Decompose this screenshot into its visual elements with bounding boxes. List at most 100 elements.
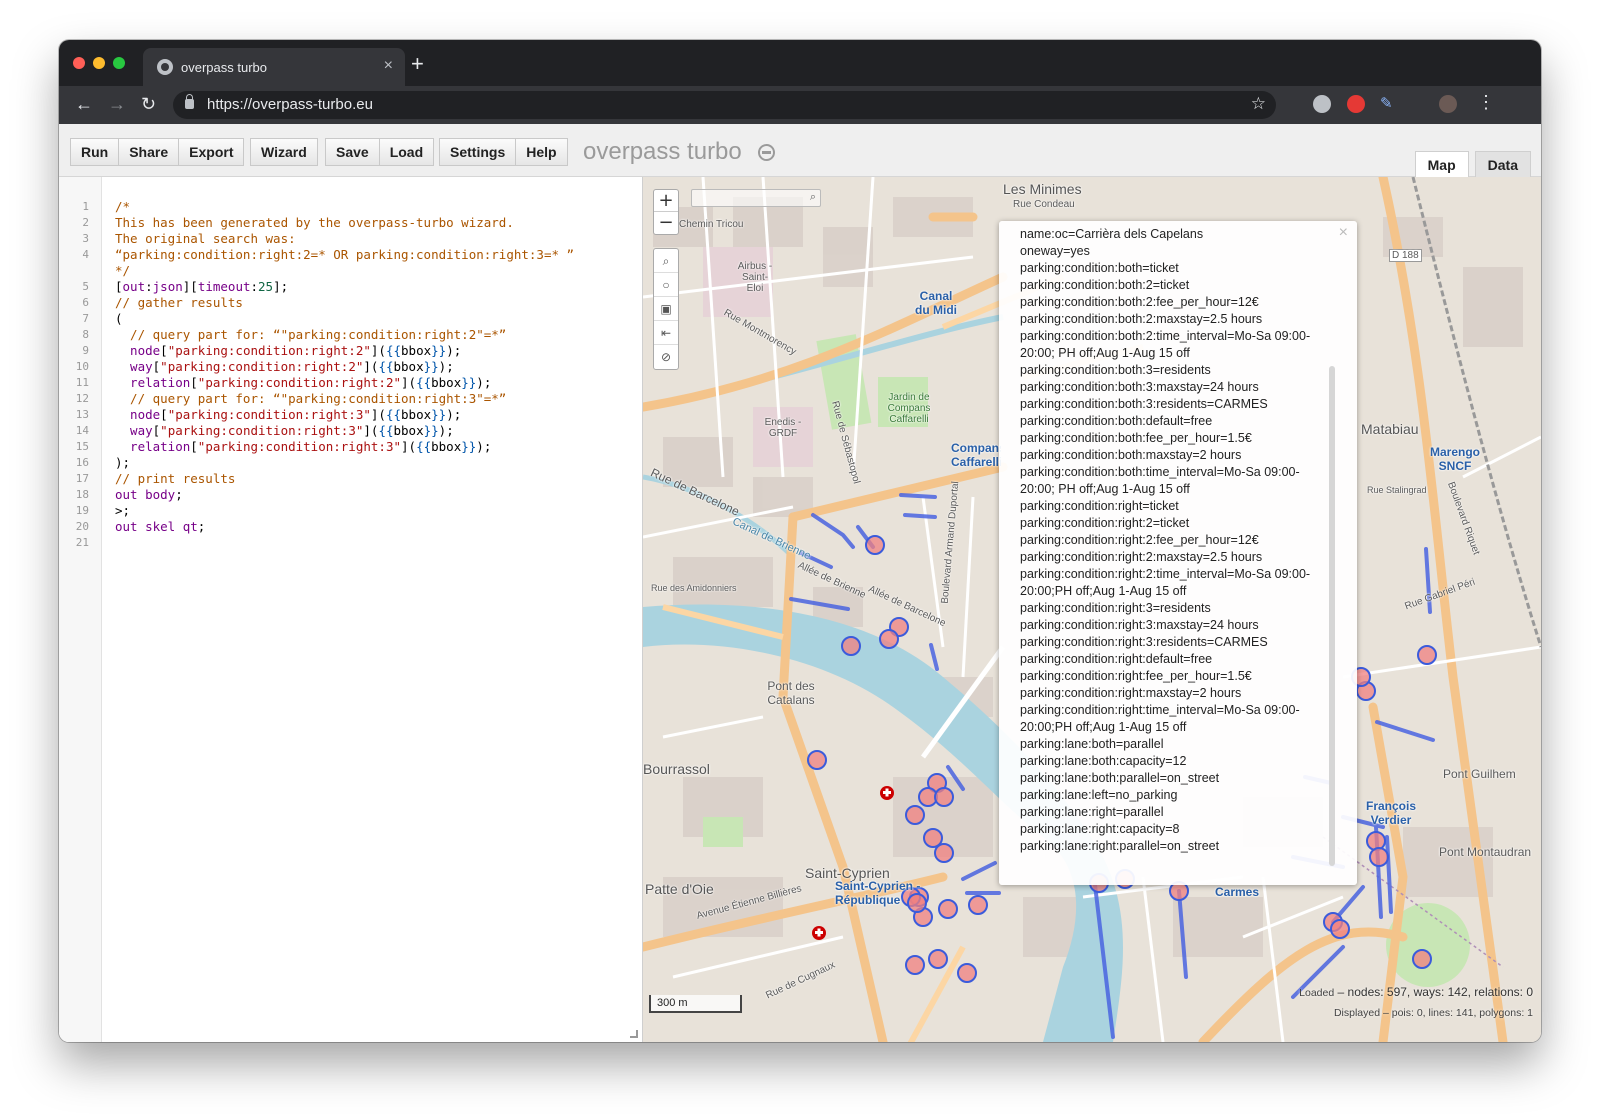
code-token: way bbox=[115, 359, 153, 374]
wizard-button[interactable]: Wizard bbox=[250, 138, 318, 166]
code-text: way["parking:condition:right:2"]({{bbox}… bbox=[115, 359, 454, 375]
toolbar-group-wizard: Wizard bbox=[250, 138, 318, 166]
popup-tag-line: parking:condition:right:2:time_interval=… bbox=[1020, 567, 1311, 598]
query-editor[interactable]: 1 /* 2 This has been generated by the overp… bbox=[59, 177, 643, 1042]
clear-data-icon[interactable]: ⊘ bbox=[654, 345, 678, 369]
code-line: 18 out body; bbox=[59, 487, 642, 503]
map-label-patte-doie: Patte d'Oie bbox=[645, 881, 714, 897]
window-close-button[interactable] bbox=[73, 57, 85, 69]
code-line: 14 way["parking:condition:right:3"]({{bb… bbox=[59, 423, 642, 439]
toolbar-group-file: Save Load bbox=[325, 138, 435, 166]
profile-avatar[interactable] bbox=[1439, 95, 1457, 113]
code-text: [out:json][timeout:25]; bbox=[115, 279, 288, 295]
overpass-favicon-icon bbox=[157, 59, 173, 75]
code-token: // query part for: “"parking:condition:r… bbox=[115, 327, 507, 342]
map-label-carmes: Carmes bbox=[1215, 885, 1260, 899]
extension-gear-icon[interactable] bbox=[1313, 95, 1331, 113]
code-token: ]( bbox=[401, 439, 417, 454]
popup-tag-line: parking:condition:both:2:maxstay=2.5 hou… bbox=[1020, 312, 1263, 326]
run-button[interactable]: Run bbox=[70, 138, 120, 166]
code-text: // query part for: “"parking:condition:r… bbox=[115, 391, 506, 407]
code-token: ); bbox=[476, 439, 492, 454]
forward-icon[interactable]: → bbox=[108, 94, 126, 115]
code-token: */ bbox=[115, 263, 131, 278]
bookmark-star-icon[interactable]: ☆ bbox=[1251, 94, 1266, 114]
export-button[interactable]: Export bbox=[179, 138, 245, 166]
save-button[interactable]: Save bbox=[325, 138, 380, 166]
window-minimize-button[interactable] bbox=[93, 57, 105, 69]
code-text: relation["parking:condition:right:3"]({{… bbox=[115, 439, 491, 455]
extension-pen-icon[interactable]: ✎ bbox=[1380, 94, 1398, 112]
map-label-les-minimes: Les Minimes bbox=[1003, 181, 1082, 197]
popup-tag-line: parking:condition:right:2=ticket bbox=[1020, 516, 1190, 530]
code-token: ]; bbox=[273, 279, 289, 294]
code-token: [ bbox=[160, 407, 168, 422]
popup-tag-line: parking:condition:right:time_interval=Mo… bbox=[1020, 703, 1300, 734]
code-lines: 1 /* 2 This has been generated by the overp… bbox=[59, 199, 642, 551]
popup-scrollbar[interactable] bbox=[1329, 366, 1335, 866]
reload-icon[interactable]: ↻ bbox=[141, 94, 156, 115]
code-text: ); bbox=[115, 455, 130, 471]
map-view[interactable]: Les Minimes Rue Condeau Chemin Tricou Ai… bbox=[643, 177, 1541, 1042]
zoom-to-data-icon[interactable]: ⌕ bbox=[654, 249, 678, 273]
extension-red-icon[interactable] bbox=[1347, 95, 1365, 113]
code-token: [ bbox=[115, 279, 123, 294]
code-token: "parking:condition:right:2" bbox=[160, 359, 364, 374]
code-text: This has been generated by the overpass-… bbox=[115, 215, 514, 231]
popup-tag-line: name:oc=Carrièra dels Capelans bbox=[1020, 227, 1204, 241]
code-line: 10 way["parking:condition:right:2"]({{bb… bbox=[59, 359, 642, 375]
popup-tag-line: parking:condition:right:3=residents bbox=[1020, 601, 1211, 615]
code-token: : bbox=[145, 279, 153, 294]
tab-close-icon[interactable]: × bbox=[384, 57, 393, 75]
back-icon[interactable]: ← bbox=[75, 94, 93, 115]
popup-close-icon[interactable]: × bbox=[1339, 224, 1348, 242]
code-token: bbox bbox=[393, 359, 424, 374]
code-token: ); bbox=[446, 343, 462, 358]
displayed-stats: – pois: 0, lines: 141, polygons: 1 bbox=[1380, 1007, 1533, 1019]
overpass-logo-icon bbox=[758, 144, 775, 161]
code-line: 3 The original search was: bbox=[59, 231, 642, 247]
zoom-out-button[interactable]: − bbox=[654, 212, 678, 234]
code-line: 4 “parking:condition:right:2=* OR parking… bbox=[59, 247, 642, 263]
window-maximize-button[interactable] bbox=[113, 57, 125, 69]
line-number: 10 bbox=[75, 360, 89, 373]
code-token: json bbox=[152, 279, 183, 294]
browser-tab[interactable]: overpass turbo × bbox=[143, 48, 405, 86]
popup-tag-line: parking:condition:both:3:maxstay=24 hour… bbox=[1020, 380, 1259, 394]
code-line: 9 node["parking:condition:right:2"]({{bb… bbox=[59, 343, 642, 359]
layers-icon[interactable]: ▣ bbox=[654, 297, 678, 321]
code-token: /* bbox=[115, 199, 131, 214]
code-token: bbox bbox=[401, 343, 432, 358]
code-line: 6 // gather results bbox=[59, 295, 642, 311]
code-token: bbox bbox=[431, 375, 462, 390]
toolbar-group-main: Run Share Export bbox=[70, 138, 245, 166]
line-number: 18 bbox=[75, 488, 89, 501]
code-token: }} bbox=[431, 343, 447, 358]
settings-button[interactable]: Settings bbox=[439, 138, 517, 166]
map-label-rue-condeau: Rue Condeau bbox=[1013, 199, 1075, 210]
map-search-input[interactable]: ⌕ bbox=[691, 189, 821, 207]
code-token: out bbox=[122, 279, 146, 294]
url-bar[interactable]: https://overpass-turbo.eu ☆ bbox=[173, 91, 1276, 119]
zoom-in-button[interactable]: + bbox=[654, 190, 678, 212]
popup-tag-line: parking:lane:right:capacity=8 bbox=[1020, 822, 1180, 836]
new-tab-button[interactable]: + bbox=[411, 51, 424, 77]
code-token: // print results bbox=[115, 471, 236, 486]
help-button[interactable]: Help bbox=[516, 138, 568, 166]
line-number: 5 bbox=[82, 280, 89, 293]
locate-icon[interactable]: ○ bbox=[654, 273, 678, 297]
load-button[interactable]: Load bbox=[379, 138, 435, 166]
resize-handle[interactable] bbox=[630, 1030, 638, 1038]
tab-data[interactable]: Data bbox=[1474, 151, 1531, 178]
browser-menu-icon[interactable]: ⋮ bbox=[1477, 92, 1495, 112]
tab-map[interactable]: Map bbox=[1414, 151, 1469, 178]
fullscreen-icon[interactable]: ⇤ bbox=[654, 321, 678, 345]
share-button[interactable]: Share bbox=[119, 138, 180, 166]
code-line: 8 // query part for: “"parking:condition… bbox=[59, 327, 642, 343]
code-token: ( bbox=[115, 311, 123, 326]
popup-tag-line: parking:condition:right:3:maxstay=24 hou… bbox=[1020, 618, 1259, 632]
popup-tag-line: parking:condition:right:maxstay=2 hours bbox=[1020, 686, 1242, 700]
code-token: >; bbox=[115, 503, 131, 518]
scale-bar: 300 m bbox=[649, 995, 742, 1013]
map-label-pont-guilhem: Pont Guilhem bbox=[1443, 767, 1516, 781]
